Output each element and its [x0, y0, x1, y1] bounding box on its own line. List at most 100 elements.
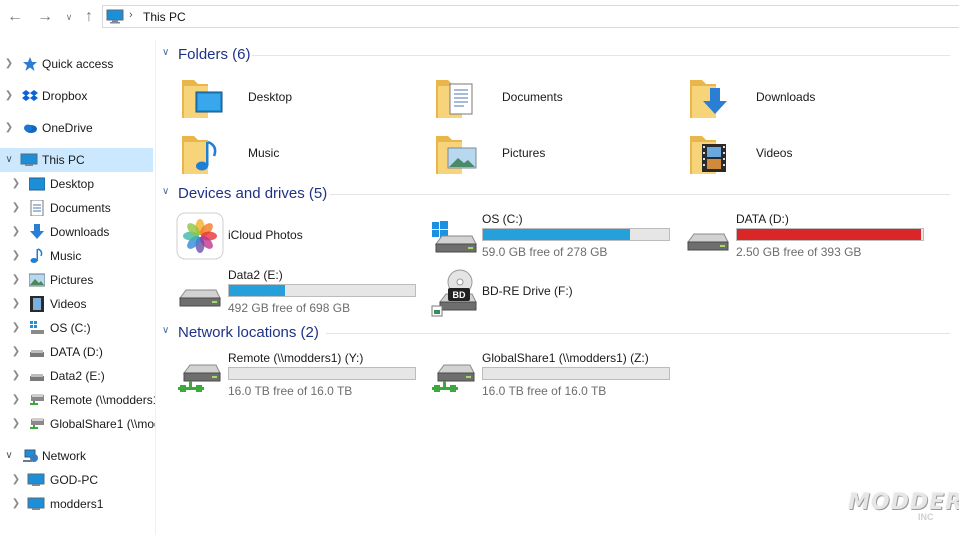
device-icloud-photos[interactable]: iCloud Photos — [176, 212, 416, 262]
nav-onedrive[interactable]: ❯ OneDrive — [0, 116, 155, 140]
nav-label: GlobalShare1 (\\modders1) (Z:) — [50, 417, 155, 431]
nav-this-pc[interactable]: ∨ This PC — [0, 148, 153, 172]
nav-quick-access[interactable]: ❯ Quick access — [0, 52, 155, 76]
drive-bd-re-f[interactable]: BD BD-RE Drive (F:) — [430, 268, 670, 318]
nav-dropbox[interactable]: ❯ Dropbox — [0, 84, 155, 108]
hard-drive-icon — [687, 233, 729, 251]
hard-drive-icon — [30, 374, 44, 381]
address-bar[interactable]: › This PC — [102, 5, 959, 28]
drive-usage-fill — [483, 229, 630, 240]
collapse-chevron-icon[interactable]: ∨ — [3, 148, 15, 172]
network-drive-globalshare1-z[interactable]: GlobalShare1 (\\modders1) (Z:) 16.0 TB f… — [430, 351, 680, 407]
nav-network[interactable]: ∨ Network — [0, 444, 155, 468]
nav-music[interactable]: ❯ Music — [0, 244, 155, 268]
network-drive-icon — [178, 364, 221, 392]
folder-pictures[interactable]: Pictures — [434, 130, 674, 180]
expand-chevron-icon[interactable]: ❯ — [10, 172, 22, 196]
nav-globalshare1-z[interactable]: ❯ GlobalShare1 (\\modders1) (Z:) — [0, 412, 155, 436]
nav-documents[interactable]: ❯ Documents — [0, 196, 155, 220]
nav-data-d[interactable]: ❯ DATA (D:) — [0, 340, 155, 364]
forward-arrow-icon[interactable]: → — [36, 7, 54, 27]
breadcrumb-this-pc[interactable]: This PC — [143, 10, 186, 24]
group-header-network[interactable]: ∨ Network locations (2) — [160, 322, 950, 344]
nav-pictures[interactable]: ❯ Pictures — [0, 268, 155, 292]
network-drive-icon — [432, 364, 475, 392]
nav-label: This PC — [42, 153, 85, 167]
breadcrumb-separator-icon: › — [129, 9, 133, 21]
expand-chevron-icon[interactable]: ❯ — [10, 196, 22, 220]
folder-music[interactable]: Music — [180, 130, 420, 180]
up-arrow-icon[interactable]: ↑ — [80, 7, 98, 27]
drive-usage-bar — [228, 367, 416, 380]
nav-label: Data2 (E:) — [50, 369, 105, 383]
star-icon — [23, 57, 37, 71]
drive-free-space: 492 GB free of 698 GB — [228, 301, 351, 315]
group-divider — [330, 194, 950, 195]
drive-usage-fill — [229, 285, 285, 296]
folder-name: Desktop — [248, 90, 293, 104]
computer-icon — [27, 473, 45, 486]
drive-free-space: 59.0 GB free of 278 GB — [482, 245, 608, 259]
nav-remote-y[interactable]: ❯ Remote (\\modders1) (Y:) — [0, 388, 155, 412]
back-arrow-icon[interactable]: ← — [6, 7, 24, 27]
dropbox-icon — [22, 90, 38, 101]
expand-chevron-icon[interactable]: ❯ — [3, 116, 15, 140]
drive-usage-bar — [482, 367, 670, 380]
drive-data2-e[interactable]: Data2 (E:) 492 GB free of 698 GB — [176, 268, 426, 324]
device-name: iCloud Photos — [228, 228, 303, 242]
windows-drive-icon — [30, 321, 44, 334]
expand-chevron-icon[interactable]: ❯ — [10, 388, 22, 412]
group-header-folders[interactable]: ∨ Folders (6) — [160, 44, 950, 66]
expand-chevron-icon[interactable]: ❯ — [10, 268, 22, 292]
expand-chevron-icon[interactable]: ❯ — [10, 340, 22, 364]
folder-videos[interactable]: Videos — [688, 130, 928, 180]
drive-data-d[interactable]: DATA (D:) 2.50 GB free of 393 GB — [684, 212, 934, 268]
group-title: Network locations (2) — [178, 324, 319, 341]
folder-downloads[interactable]: Downloads — [688, 74, 928, 124]
pane-divider[interactable] — [155, 40, 156, 535]
group-collapse-chevron-icon[interactable]: ∨ — [162, 186, 169, 197]
nav-label: Downloads — [50, 225, 110, 239]
this-pc-icon — [106, 9, 124, 24]
nav-videos[interactable]: ❯ Videos — [0, 292, 155, 316]
drive-free-space: 16.0 TB free of 16.0 TB — [228, 384, 353, 398]
folder-name: Pictures — [502, 146, 546, 160]
group-title: Folders (6) — [178, 46, 251, 63]
group-collapse-chevron-icon[interactable]: ∨ — [162, 47, 169, 58]
folder-desktop[interactable]: Desktop — [180, 74, 420, 124]
expand-chevron-icon[interactable]: ❯ — [10, 316, 22, 340]
expand-chevron-icon[interactable]: ❯ — [10, 412, 22, 436]
nav-label: Remote (\\modders1) (Y:) — [50, 393, 155, 407]
nav-label: Dropbox — [42, 89, 88, 103]
recent-locations-chevron-icon[interactable]: ∨ — [60, 7, 78, 27]
nav-os-c[interactable]: ❯ OS (C:) — [0, 316, 155, 340]
expand-chevron-icon[interactable]: ❯ — [10, 468, 22, 492]
music-note-icon — [30, 248, 43, 263]
expand-chevron-icon[interactable]: ❯ — [10, 220, 22, 244]
expand-chevron-icon[interactable]: ❯ — [3, 84, 15, 108]
nav-modders1[interactable]: ❯ modders1 — [0, 492, 155, 516]
drive-os-c[interactable]: OS (C:) 59.0 GB free of 278 GB — [430, 212, 680, 268]
expand-chevron-icon[interactable]: ❯ — [3, 52, 15, 76]
group-collapse-chevron-icon[interactable]: ∨ — [162, 325, 169, 336]
folder-documents[interactable]: Documents — [434, 74, 674, 124]
drive-usage-bar — [736, 228, 924, 241]
expand-chevron-icon[interactable]: ❯ — [10, 244, 22, 268]
collapse-chevron-icon[interactable]: ∨ — [3, 444, 15, 468]
nav-data2-e[interactable]: ❯ Data2 (E:) — [0, 364, 155, 388]
document-icon — [30, 200, 44, 216]
expand-chevron-icon[interactable]: ❯ — [10, 364, 22, 388]
computer-icon — [20, 153, 38, 166]
nav-label: modders1 — [50, 497, 104, 511]
nav-label: OS (C:) — [50, 321, 91, 335]
group-header-devices[interactable]: ∨ Devices and drives (5) — [160, 183, 950, 205]
expand-chevron-icon[interactable]: ❯ — [10, 492, 22, 516]
nav-desktop[interactable]: ❯ Desktop — [0, 172, 155, 196]
drive-usage-bar — [482, 228, 670, 241]
group-divider — [252, 55, 950, 56]
network-drive-remote-y[interactable]: Remote (\\modders1) (Y:) 16.0 TB free of… — [176, 351, 426, 407]
videos-folder-icon — [690, 136, 726, 174]
expand-chevron-icon[interactable]: ❯ — [10, 292, 22, 316]
nav-god-pc[interactable]: ❯ GOD-PC — [0, 468, 155, 492]
nav-downloads[interactable]: ❯ Downloads — [0, 220, 155, 244]
